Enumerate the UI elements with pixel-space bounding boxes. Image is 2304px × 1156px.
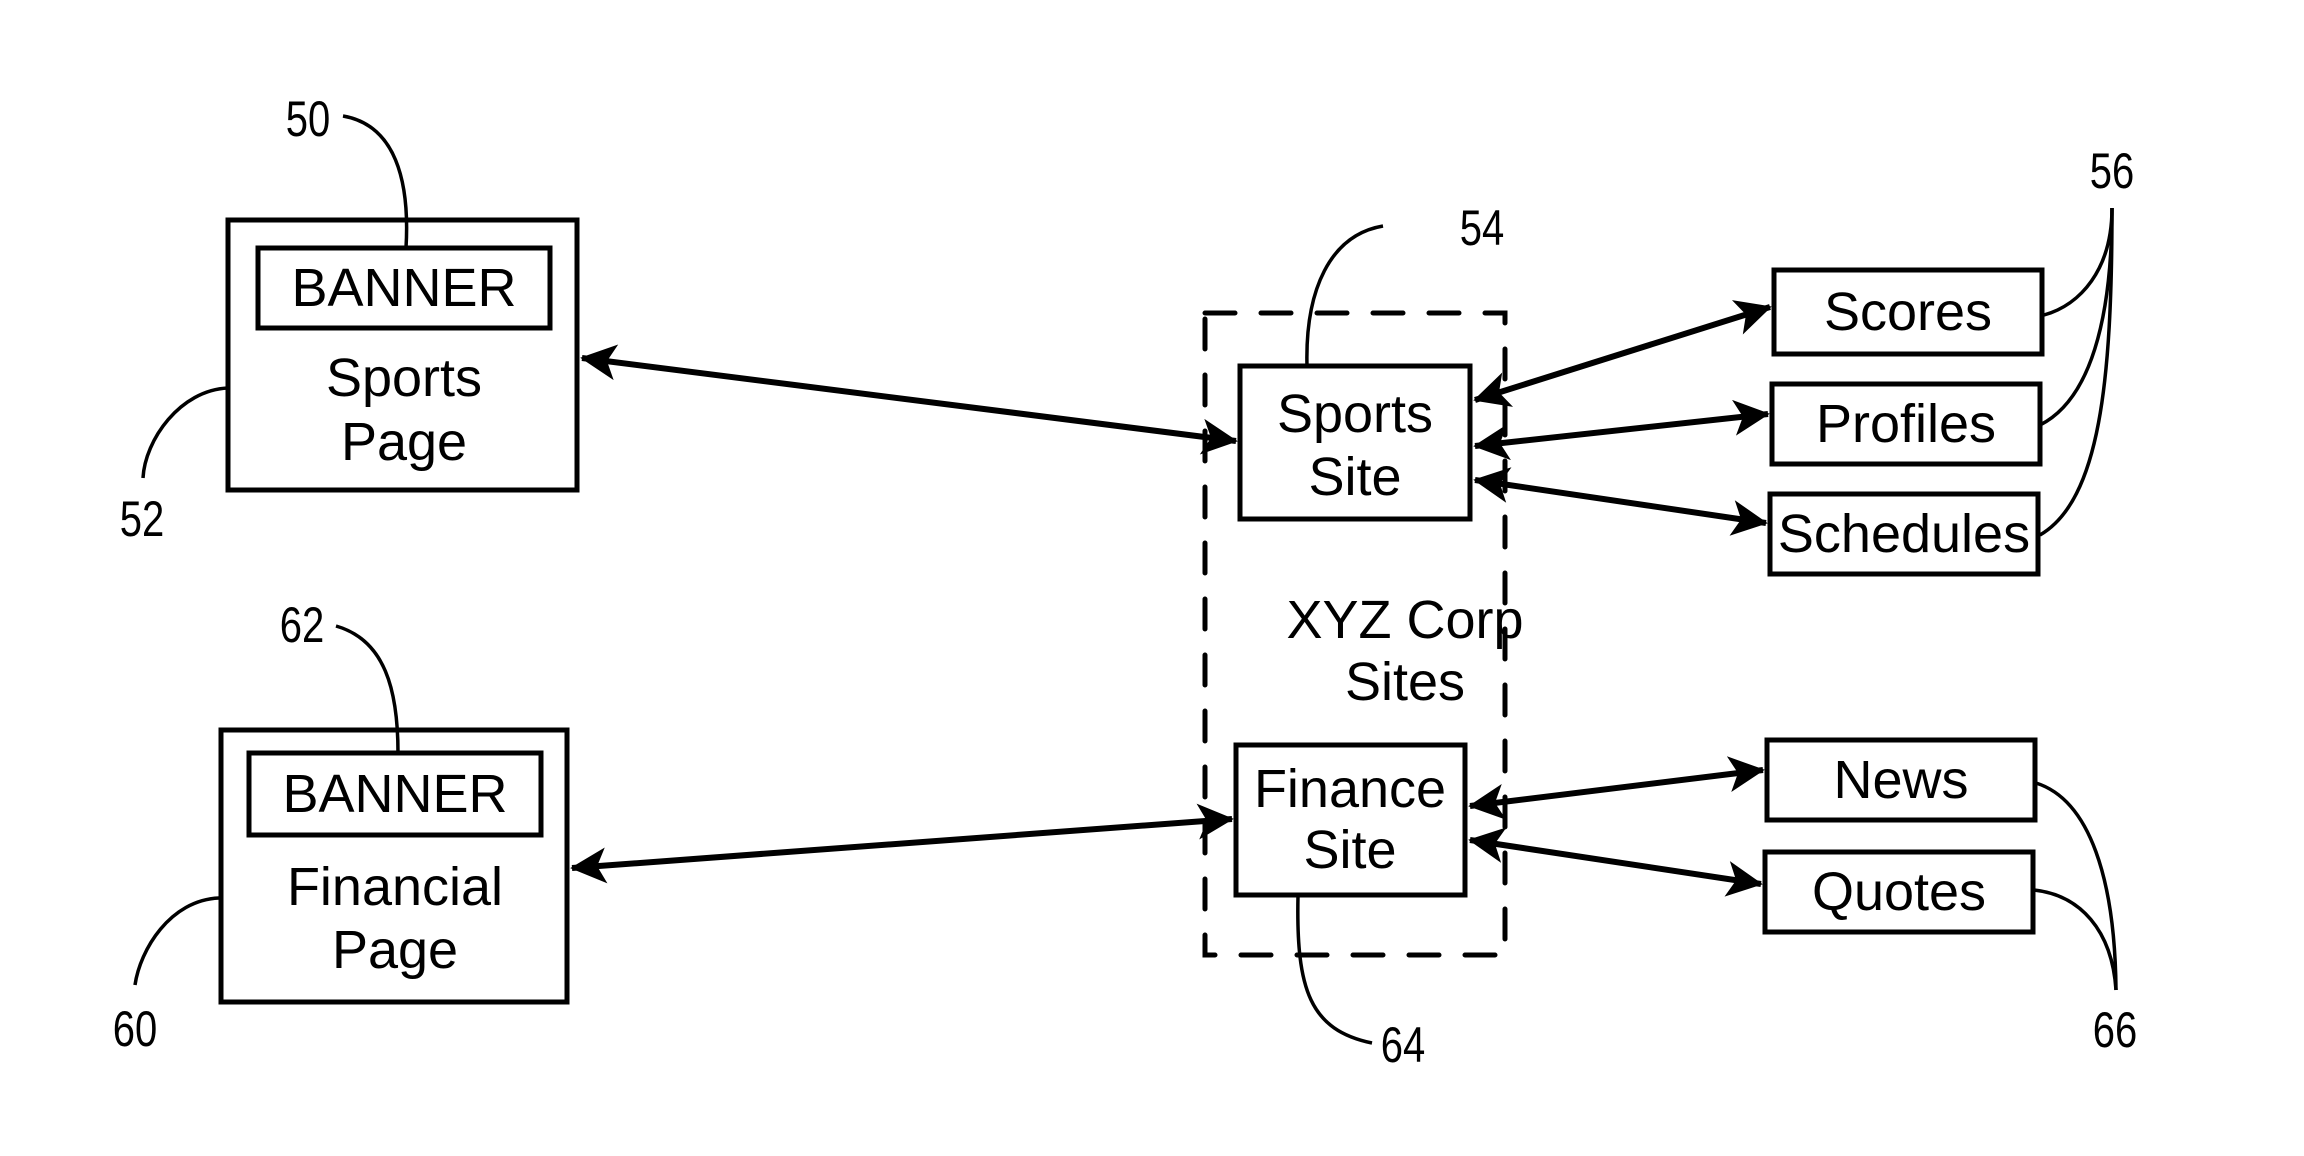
ref-leader-52 <box>141 386 229 479</box>
subsite-scores: Scores <box>1771 267 2045 357</box>
subsite-profiles: Profiles <box>1769 381 2043 467</box>
ref-label-54: 54 <box>1460 200 1504 256</box>
group-label-line1: XYZ Corp <box>1286 590 1523 650</box>
financial-page-title-line1: Financial <box>287 857 503 917</box>
scores-label: Scores <box>1824 282 1992 342</box>
profiles-label: Profiles <box>1816 394 1996 454</box>
quotes-label: Quotes <box>1812 862 1986 922</box>
ref-leader-56-scores <box>2043 207 2114 317</box>
ref-label-50: 50 <box>286 91 330 147</box>
arrow-finance-site-to-news <box>1468 756 1765 820</box>
ref-leader-66-news <box>2035 781 2118 991</box>
ref-label-52: 52 <box>120 491 164 547</box>
sports-site: Sports Site <box>1237 363 1473 522</box>
sports-page-banner-label: BANNER <box>291 258 516 318</box>
ref-label-66: 66 <box>2093 1002 2137 1058</box>
subsite-quotes: Quotes <box>1762 849 2036 935</box>
ref-leader-64 <box>1296 895 1373 1045</box>
ref-label-64: 64 <box>1381 1017 1425 1073</box>
subsite-schedules: Schedules <box>1767 491 2041 577</box>
sports-page-title-line2: Page <box>341 412 467 472</box>
arrow-finance-site-to-quotes <box>1468 827 1763 897</box>
finance-site-line2: Site <box>1303 820 1396 880</box>
sports-page-title-line1: Sports <box>326 348 482 408</box>
sports-page: BANNER Sports Page <box>225 217 580 493</box>
sports-site-line2: Site <box>1308 447 1401 507</box>
ref-leader-56-profiles <box>2039 207 2114 427</box>
ref-label-62: 62 <box>280 597 324 653</box>
arrow-sports-site-to-scores <box>1473 300 1772 407</box>
news-label: News <box>1833 750 1968 810</box>
ref-leader-60 <box>133 896 220 986</box>
financial-page-banner-label: BANNER <box>282 764 507 824</box>
schedules-label: Schedules <box>1778 504 2030 564</box>
web-sites-diagram: BANNER Sports Page 50 52 BANNER Financia… <box>113 91 2137 1073</box>
sports-site-line1: Sports <box>1277 384 1433 444</box>
financial-page: BANNER Financial Page <box>218 727 570 1005</box>
ref-label-60: 60 <box>113 1001 157 1057</box>
arrow-sports-page-to-sports-site <box>580 344 1238 455</box>
arrow-sports-site-to-schedules <box>1473 467 1768 536</box>
ref-label-56: 56 <box>2090 143 2134 199</box>
ref-leader-66-quotes <box>2033 888 2118 991</box>
finance-site-line1: Finance <box>1254 759 1446 819</box>
financial-page-title-line2: Page <box>332 920 458 980</box>
subsite-news: News <box>1764 737 2038 823</box>
finance-site: Finance Site <box>1233 742 1468 898</box>
arrow-sports-site-to-profiles <box>1473 399 1770 461</box>
group-label-line2: Sites <box>1345 652 1465 712</box>
ref-leader-54 <box>1305 224 1384 367</box>
ref-leader-56-schedules <box>2039 207 2114 537</box>
arrow-financial-page-to-finance-site <box>570 803 1234 884</box>
